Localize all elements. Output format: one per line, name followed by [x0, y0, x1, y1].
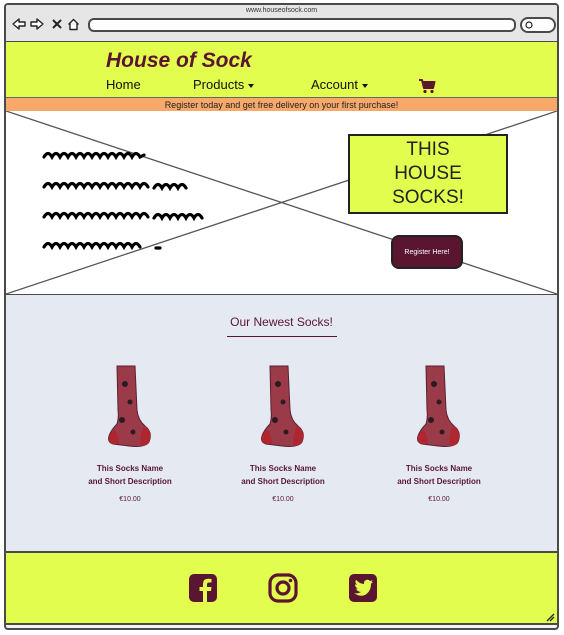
- section-title: Our Newest Socks!: [230, 315, 333, 329]
- search-pill[interactable]: [520, 17, 556, 33]
- hero-callout: THIS HOUSE SOCKS!: [348, 134, 508, 214]
- product-card[interactable]: This Socks Name and Short Description €1…: [213, 360, 353, 503]
- nav-home[interactable]: Home: [106, 77, 141, 92]
- resize-handle[interactable]: [545, 609, 555, 627]
- register-button[interactable]: Register Here!: [391, 235, 463, 269]
- site-header: House of Sock Home Products Account: [6, 42, 557, 97]
- search-icon: [525, 21, 533, 29]
- product-price: €10.00: [119, 496, 141, 503]
- chevron-down-icon: [248, 84, 255, 88]
- nav-home-label: Home: [106, 77, 141, 92]
- facebook-icon[interactable]: [188, 573, 218, 603]
- title-underline: [227, 336, 337, 337]
- cart-icon[interactable]: [418, 78, 436, 99]
- hero-section: THIS HOUSE SOCKS! Register Here!: [6, 111, 557, 296]
- newest-socks-section: Our Newest Socks! This Socks Name and Sh…: [6, 295, 557, 551]
- sock-image[interactable]: [369, 360, 509, 450]
- sock-image[interactable]: [213, 360, 353, 450]
- product-name[interactable]: This Socks Name and Short Description: [369, 462, 509, 488]
- close-icon[interactable]: [50, 17, 64, 31]
- browser-window: www.houseofsock.com House of Sock Home P…: [4, 3, 559, 630]
- chevron-down-icon: [361, 84, 368, 88]
- back-arrow-icon[interactable]: [12, 17, 26, 31]
- product-price: €10.00: [428, 496, 450, 503]
- home-icon[interactable]: [66, 17, 80, 31]
- callout-line: THIS: [406, 139, 450, 160]
- product-card[interactable]: This Socks Name and Short Description €1…: [369, 360, 509, 503]
- twitter-icon[interactable]: [348, 573, 378, 603]
- product-card[interactable]: This Socks Name and Short Description €1…: [60, 360, 200, 503]
- callout-line: HOUSE: [394, 163, 462, 184]
- site-footer: [6, 551, 557, 625]
- instagram-icon[interactable]: [268, 573, 298, 603]
- nav-products[interactable]: Products: [193, 77, 255, 92]
- sock-image[interactable]: [60, 360, 200, 450]
- address-bar[interactable]: [88, 18, 516, 32]
- brand-logo[interactable]: House of Sock: [106, 49, 252, 73]
- nav-products-label: Products: [193, 77, 245, 92]
- nav-account-label: Account: [311, 77, 358, 92]
- product-name[interactable]: This Socks Name and Short Description: [213, 462, 353, 488]
- browser-chrome: www.houseofsock.com: [6, 5, 557, 43]
- product-price: €10.00: [272, 496, 294, 503]
- callout-line: SOCKS!: [392, 187, 464, 208]
- product-name[interactable]: This Socks Name and Short Description: [60, 462, 200, 488]
- url-caption: www.houseofsock.com: [245, 7, 318, 14]
- nav-account[interactable]: Account: [311, 77, 368, 92]
- forward-arrow-icon[interactable]: [30, 17, 44, 31]
